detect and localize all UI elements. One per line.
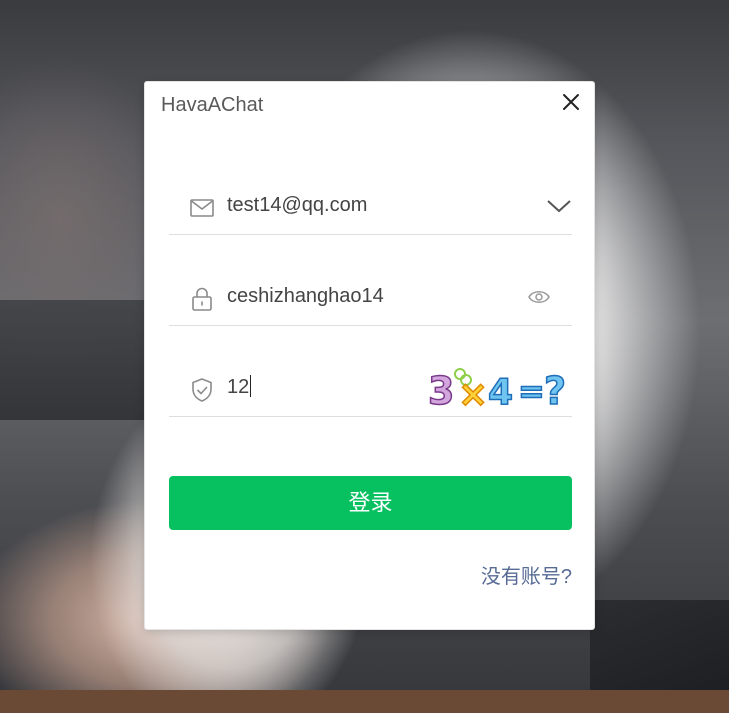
email-value: test14@qq.com: [227, 194, 368, 216]
email-dropdown-button[interactable]: [546, 196, 572, 221]
chevron-down-icon: [547, 200, 571, 213]
svg-text:3: 3: [428, 369, 454, 412]
captcha-field[interactable]: 12 3 × 4 = ?: [169, 362, 572, 417]
captcha-image[interactable]: 3 × 4 = ?: [426, 366, 572, 412]
svg-text:=: =: [518, 372, 545, 410]
svg-text:?: ?: [544, 369, 566, 412]
background-laptop-left: [0, 300, 160, 420]
background-laptop-right: [590, 600, 729, 700]
svg-text:4: 4: [488, 372, 513, 412]
svg-text:×: ×: [458, 374, 488, 412]
login-dialog: HavaAChat test14@qq.com ceshizhanghao14: [144, 81, 595, 630]
background-desk: [0, 690, 729, 713]
mail-icon: [190, 199, 214, 217]
text-cursor: [250, 374, 252, 397]
password-value: ceshizhanghao14: [227, 285, 384, 307]
captcha-input-value: 12: [227, 376, 250, 398]
login-button[interactable]: 登录: [169, 476, 572, 530]
register-link[interactable]: 没有账号?: [481, 560, 572, 589]
shield-check-icon: [192, 378, 212, 402]
password-visibility-toggle[interactable]: [528, 288, 550, 311]
password-field[interactable]: ceshizhanghao14: [169, 271, 572, 326]
dialog-title: HavaAChat: [161, 94, 264, 116]
close-button[interactable]: [559, 90, 583, 114]
lock-icon: [192, 287, 212, 311]
close-icon: [563, 94, 579, 110]
email-field[interactable]: test14@qq.com: [169, 180, 572, 235]
eye-icon: [528, 291, 550, 303]
